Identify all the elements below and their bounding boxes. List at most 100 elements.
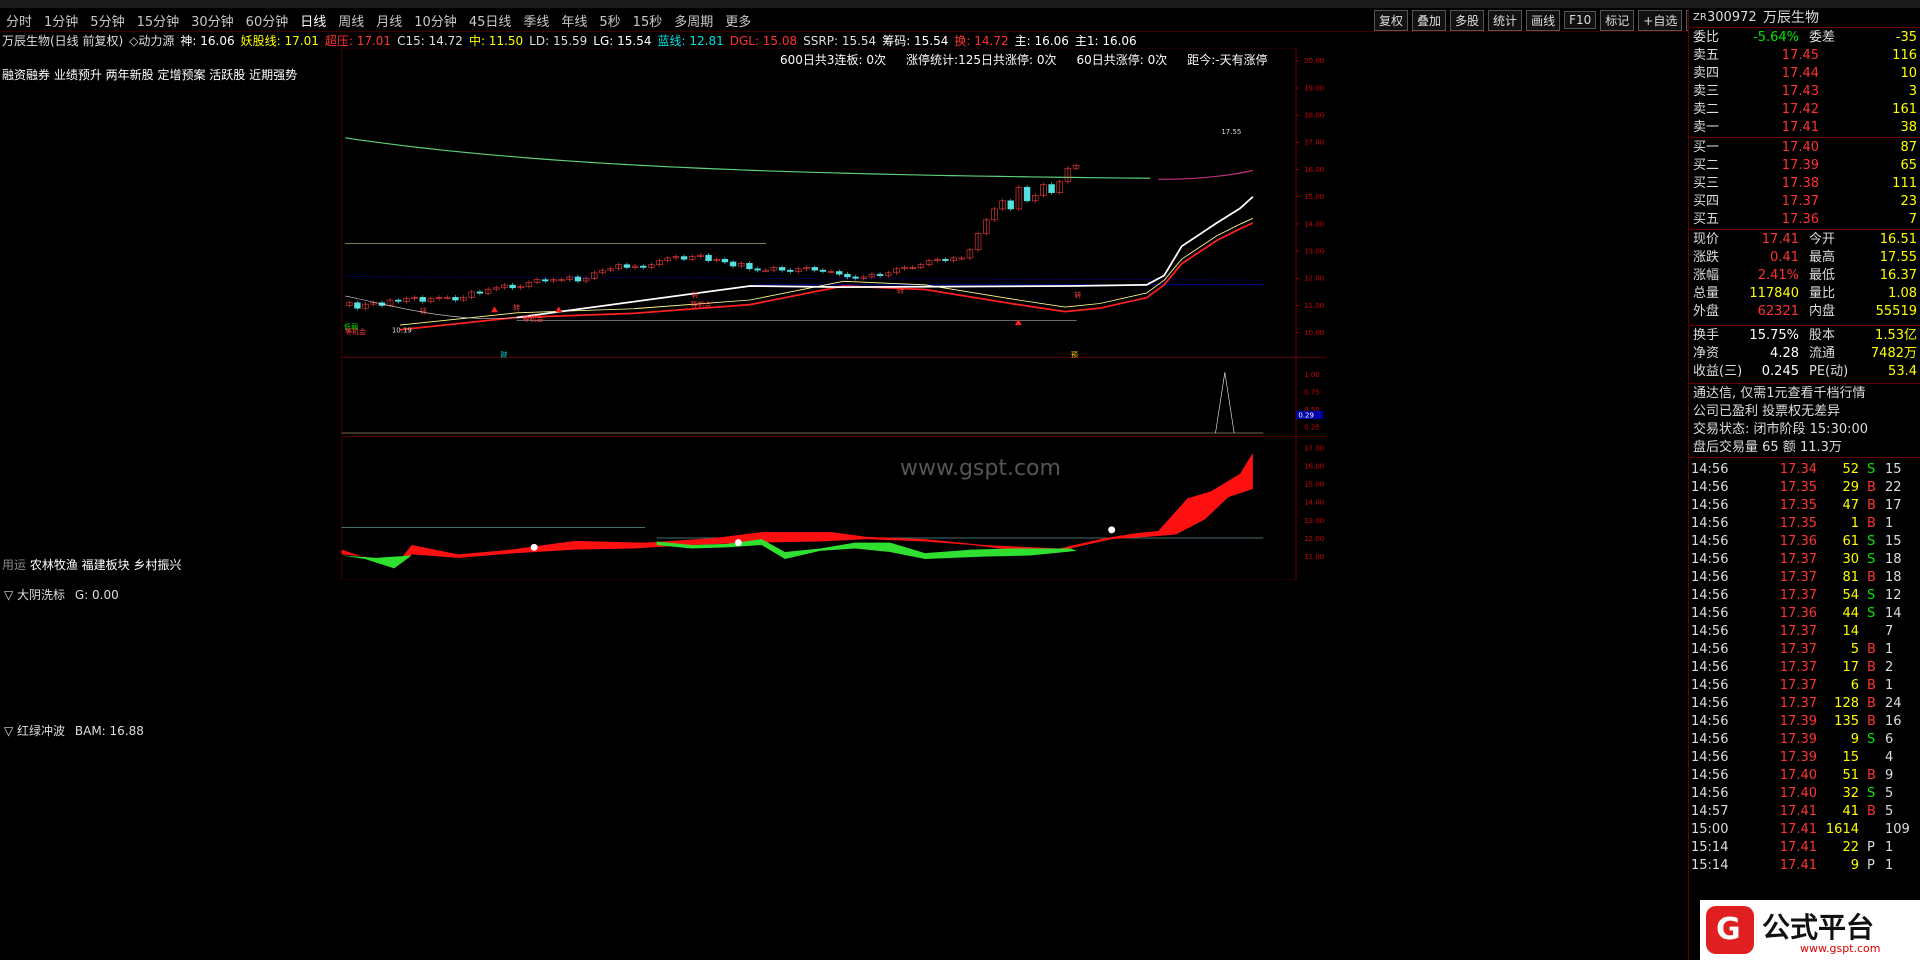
tick-price: 17.37 <box>1779 678 1817 693</box>
notice-text: 通达信, 仅需1元查看千档行情 <box>1693 386 1866 401</box>
candle-body <box>476 291 484 294</box>
tick-price: 17.37 <box>1779 696 1817 711</box>
tick-row: 14:56 17.39 135 B 16 <box>1689 713 1920 731</box>
tool-button[interactable]: 统计 <box>1488 9 1523 31</box>
indicator-value: SSRP: 15.54 <box>803 34 877 48</box>
period-tab[interactable]: 5秒 <box>593 11 626 30</box>
period-tab[interactable]: 15分钟 <box>131 11 186 30</box>
axis-label: 15.00 <box>1304 193 1324 201</box>
period-tab[interactable]: 多周期 <box>668 11 719 30</box>
tick-price: 17.41 <box>1779 822 1817 837</box>
period-tab[interactable]: 10分钟 <box>408 11 463 30</box>
info-label: 最低 <box>1809 268 1836 283</box>
tick-price: 17.37 <box>1779 570 1817 585</box>
tick-time: 15:00 <box>1691 822 1729 837</box>
info-value: 2.41% <box>1757 268 1799 283</box>
tick-volume: 9 <box>1850 732 1859 747</box>
period-tab[interactable]: 季线 <box>517 11 555 30</box>
period-tab[interactable]: 周线 <box>332 11 370 30</box>
period-tab[interactable]: 日线 <box>294 11 332 30</box>
period-tab[interactable]: 60分钟 <box>240 11 295 30</box>
ma-yellow-line <box>399 217 1254 326</box>
webi-row: 委比 -5.64% 委差 -35 <box>1689 29 1920 47</box>
indicator-value: 超压: 17.01 <box>324 34 392 48</box>
period-tab[interactable]: 分时 <box>0 11 38 30</box>
candle-body <box>819 269 827 272</box>
panel2-collapse-icon[interactable]: ▽ <box>4 588 17 602</box>
info-label: PE(动) <box>1809 364 1849 379</box>
tick-count: 2 <box>1885 660 1894 675</box>
info-label: 涨跌 <box>1693 250 1720 265</box>
chance-signal-label: 等机会 <box>345 327 366 336</box>
kline-chart[interactable]: 20.00 19.00 18.00 17.00 16.00 15.00 14.00 13.00… <box>0 48 1640 580</box>
info2-row: 收益(三) 0.245 PE(动) 53.4 <box>1689 363 1920 381</box>
tool-button[interactable]: 复权 <box>1374 9 1409 31</box>
period-tab[interactable]: 更多 <box>719 11 757 30</box>
tick-side: B <box>1867 642 1876 657</box>
signal-triangle-icon <box>491 306 498 313</box>
candle-body <box>640 265 647 268</box>
panel2-header: ▽ 大阴洗标 G: 0.00 <box>4 586 119 603</box>
info-label: 净资 <box>1693 346 1720 361</box>
notice-text: 交易状态: 闭市阶段 15:30:00 <box>1693 422 1869 437</box>
candle-body <box>942 258 949 261</box>
watermark-text: www.gspt.com <box>900 456 1061 481</box>
info-value: 62321 <box>1757 304 1799 319</box>
panel3-collapse-icon[interactable]: ▽ <box>4 724 17 738</box>
tool-button[interactable]: 多股 <box>1450 9 1485 31</box>
panel3-axis-label: 17.00 <box>1304 445 1324 453</box>
info-value: 0.41 <box>1770 250 1799 265</box>
tool-button[interactable]: 叠加 <box>1412 9 1447 31</box>
tick-price: 17.36 <box>1779 534 1817 549</box>
panel3-header: ▽ 红绿冲波 BAM: 16.88 <box>4 722 144 739</box>
panel-divider <box>1689 137 1920 138</box>
info2-row: 换手 15.75% 股本 1.53亿 <box>1689 327 1920 345</box>
signal-triangle-icon <box>555 306 563 313</box>
period-tab[interactable]: 月线 <box>370 11 408 30</box>
concept-line: 用运 农林牧渔 福建板块 乡村振兴 <box>2 556 181 573</box>
period-tab[interactable]: 1分钟 <box>38 11 84 30</box>
plus-marker-icon <box>734 539 742 547</box>
ask-volume: 10 <box>1900 66 1917 81</box>
indicator-value: 换: 14.72 <box>954 34 1009 48</box>
turn-signal-label: 转 <box>897 286 904 295</box>
high-price-label: 17.55 <box>1221 128 1241 136</box>
tick-time: 15:14 <box>1691 840 1729 855</box>
tick-row: 14:56 17.37 17 B 2 <box>1689 659 1920 677</box>
info-row: 涨跌 0.41 最高 17.55 <box>1689 249 1920 267</box>
panel3-axis-label: 16.00 <box>1304 463 1324 471</box>
tick-count: 5 <box>1885 786 1894 801</box>
candle-body <box>1023 186 1031 202</box>
tool-button[interactable]: F10 <box>1564 11 1597 29</box>
notice-text: 公司已盈利 投票权无差异 <box>1693 404 1841 419</box>
ask-price: 17.44 <box>1781 66 1819 81</box>
info-value: 117840 <box>1749 286 1799 301</box>
tick-row: 14:56 17.37 128 B 24 <box>1689 695 1920 713</box>
tick-row: 14:57 17.41 41 B 5 <box>1689 803 1920 821</box>
tick-row: 14:56 17.35 29 B 22 <box>1689 479 1920 497</box>
tick-count: 12 <box>1885 588 1902 603</box>
tick-side: B <box>1867 660 1876 675</box>
candle-body <box>787 269 794 272</box>
period-tab[interactable]: 45日线 <box>463 11 518 30</box>
notice-row: 交易状态: 闭市阶段 15:30:00 <box>1689 421 1920 439</box>
tool-button[interactable]: 标记 <box>1600 9 1635 31</box>
tool-button[interactable]: +自选 <box>1638 9 1683 31</box>
candle-body <box>1007 200 1014 210</box>
panel-divider <box>1689 325 1920 326</box>
period-tab[interactable]: 15秒 <box>627 11 669 30</box>
panel-divider <box>1689 383 1920 384</box>
tool-button[interactable]: 画线 <box>1526 9 1561 31</box>
bid-row: 买四 17.37 23 <box>1689 193 1920 211</box>
ask-row: 卖二 17.42 161 <box>1689 101 1920 119</box>
info2-row: 净资 4.28 流通 7482万 <box>1689 345 1920 363</box>
period-tab[interactable]: 5分钟 <box>84 11 130 30</box>
candle-body <box>1048 184 1055 193</box>
tick-time: 14:56 <box>1691 480 1729 495</box>
period-tab[interactable]: 30分钟 <box>185 11 240 30</box>
info-value: 1.53亿 <box>1875 328 1917 343</box>
candle-body <box>542 279 549 282</box>
period-tab[interactable]: 年线 <box>555 11 593 30</box>
quote-panel: ZR 300972 万辰生物 委比 -5.64% 委差 -35 卖五 17.45 116 卖四 17.… <box>1688 9 1920 960</box>
tick-time: 14:56 <box>1691 624 1729 639</box>
